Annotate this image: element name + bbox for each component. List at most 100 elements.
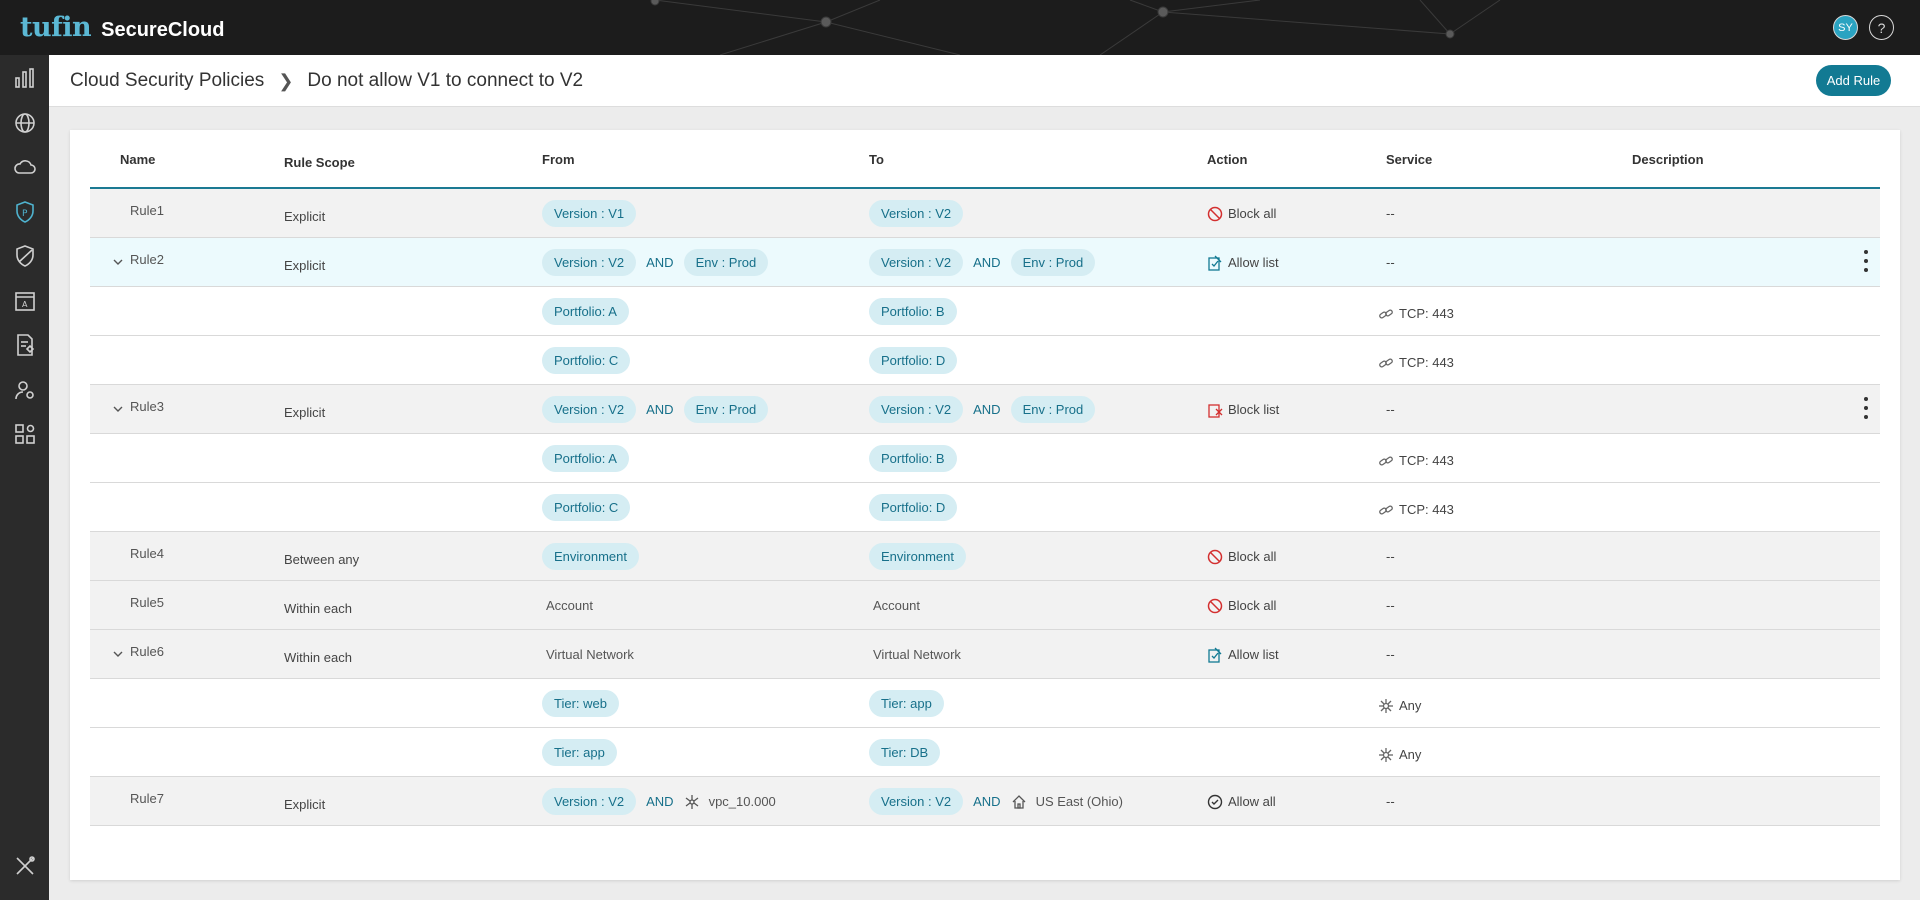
from-tag[interactable]: Environment (542, 543, 639, 570)
kebab-dot (1864, 397, 1868, 401)
any-service-icon-svg (1379, 698, 1393, 713)
table-row-detail[interactable]: Portfolio: A Portfolio: B TCP: 443 (90, 434, 1880, 483)
table-row-detail[interactable]: Tier: web Tier: app Any (90, 679, 1880, 728)
user-settings-icon[interactable] (12, 377, 38, 403)
chevron-down-icon[interactable] (112, 402, 124, 414)
chevron-down-icon[interactable] (112, 255, 124, 267)
column-header-from[interactable]: From (542, 152, 575, 167)
action-cell: Allow list (1207, 630, 1279, 679)
vpc-item[interactable]: vpc_10.000 (684, 794, 776, 810)
to-tag[interactable]: Portfolio: B (869, 298, 957, 325)
table-row-detail[interactable]: Portfolio: A Portfolio: B TCP: 443 (90, 287, 1880, 336)
from-tag[interactable]: Env : Prod (683, 249, 769, 276)
chevron-down-icon[interactable] (112, 647, 124, 659)
policy-shield-icon[interactable]: P (12, 199, 38, 225)
from-tag[interactable]: Version : V2 (542, 396, 637, 423)
service-cell: Any (1378, 730, 1421, 779)
region-item[interactable]: US East (Ohio) (1011, 794, 1123, 810)
block-icon-svg (1207, 206, 1223, 221)
service-cell: TCP: 443 (1378, 485, 1454, 534)
from-tag[interactable]: Portfolio: C (542, 347, 631, 374)
document-tag-icon[interactable] (12, 332, 38, 358)
rule-name[interactable]: Rule7 (130, 791, 164, 806)
to-tag[interactable]: Environment (869, 543, 966, 570)
service-label: TCP: 443 (1399, 502, 1454, 517)
rule-name[interactable]: Rule5 (130, 595, 164, 610)
breadcrumb-parent[interactable]: Cloud Security Policies (70, 70, 264, 92)
from-tag[interactable]: Env : Prod (683, 396, 769, 423)
rule-scope-cell: Explicit (284, 192, 325, 241)
to-tag[interactable]: Version : V2 (869, 249, 964, 276)
action-label: Allow list (1228, 647, 1279, 662)
to-tag[interactable]: Portfolio: D (869, 347, 958, 374)
help-icon[interactable]: ? (1869, 15, 1894, 40)
column-header-description[interactable]: Description (1632, 152, 1704, 167)
column-header-service[interactable]: Service (1386, 152, 1432, 167)
service-cell: -- (1386, 238, 1395, 287)
and-operator: AND (973, 255, 1001, 270)
rule-scope: Between any (284, 552, 360, 567)
column-header-name[interactable]: Name (120, 152, 155, 167)
to-tag[interactable]: Portfolio: B (869, 445, 957, 472)
to-tag[interactable]: Tier: DB (869, 739, 941, 766)
to-tag[interactable]: Tier: app (869, 690, 944, 717)
column-header-to[interactable]: To (869, 152, 884, 167)
rule-name[interactable]: Rule3 (130, 399, 164, 414)
to-tag[interactable]: Env : Prod (1010, 396, 1096, 423)
rule-scope-cell: Explicit (284, 241, 325, 290)
rule-name[interactable]: Rule2 (130, 252, 164, 267)
table-row-rule5[interactable]: Rule5 Within each Account Account Block all -… (90, 581, 1880, 630)
shield-slash-icon[interactable] (12, 243, 38, 269)
table-row-rule4[interactable]: Rule4 Between any Environment Environment Bl… (90, 532, 1880, 581)
from-cell: Environment (542, 532, 639, 581)
brand-name: tufin (20, 12, 92, 43)
tools-icon[interactable] (12, 853, 38, 879)
from-tag[interactable]: Version : V2 (542, 788, 637, 815)
app-logo[interactable]: tufin SecureCloud (20, 12, 224, 43)
column-header-action[interactable]: Action (1207, 152, 1247, 167)
table-row-rule2[interactable]: Rule2 Explicit Version : V2 AND Env : Prod Ve… (90, 238, 1880, 287)
column-header-rule-scope[interactable]: Rule Scope (284, 155, 355, 170)
from-tag[interactable]: Tier: web (542, 690, 619, 717)
from-tag[interactable]: Portfolio: C (542, 494, 631, 521)
from-cell: Account (542, 581, 593, 630)
from-tag[interactable]: Version : V1 (542, 200, 637, 227)
rule-scope: Within each (284, 650, 352, 665)
table-row-detail[interactable]: Tier: app Tier: DB Any (90, 728, 1880, 777)
table-row-rule7[interactable]: Rule7 Explicit Version : V2 AND vpc_10.000 Ve… (90, 777, 1880, 826)
table-row-rule3[interactable]: Rule3 Explicit Version : V2 AND Env : Prod Ve… (90, 385, 1880, 434)
table-row-rule1[interactable]: Rule1 Explicit Version : V1 Version : V2 Blo… (90, 189, 1880, 238)
to-tag[interactable]: Env : Prod (1010, 249, 1096, 276)
to-tag[interactable]: Version : V2 (869, 200, 964, 227)
rule-name[interactable]: Rule4 (130, 546, 164, 561)
from-tag[interactable]: Version : V2 (542, 249, 637, 276)
allow-list-icon (1207, 255, 1223, 271)
table-row-rule6[interactable]: Rule6 Within each Virtual Network Virtual N… (90, 630, 1880, 679)
bar-chart-icon[interactable] (12, 65, 38, 91)
from-tag[interactable]: Portfolio: A (542, 445, 629, 472)
user-avatar[interactable]: SY (1833, 15, 1858, 40)
to-tag[interactable]: Portfolio: D (869, 494, 958, 521)
and-operator: AND (646, 255, 674, 270)
grid-settings-icon[interactable] (12, 421, 38, 447)
link-icon-svg (1379, 357, 1393, 368)
rule-scope-cell: Between any (284, 535, 359, 584)
add-rule-button[interactable]: Add Rule (1816, 65, 1891, 96)
to-tag[interactable]: Version : V2 (869, 788, 964, 815)
table-row-detail[interactable]: Portfolio: C Portfolio: D TCP: 443 (90, 483, 1880, 532)
rule-name[interactable]: Rule1 (130, 203, 164, 218)
from-tag[interactable]: Tier: app (542, 739, 617, 766)
to-tag[interactable]: Version : V2 (869, 396, 964, 423)
app-window-icon[interactable]: A (12, 288, 38, 314)
top-bar: tufin SecureCloud SY ? (0, 0, 1920, 55)
more-options-icon[interactable] (1862, 397, 1870, 423)
from-tag[interactable]: Portfolio: A (542, 298, 629, 325)
action-cell: Block all (1207, 581, 1276, 630)
more-options-icon[interactable] (1862, 250, 1870, 276)
rule-name[interactable]: Rule6 (130, 644, 164, 659)
from-cell: Portfolio: A (542, 287, 629, 336)
from-cell: Version : V2 AND Env : Prod (542, 385, 769, 434)
globe-icon[interactable] (12, 110, 38, 136)
cloud-icon[interactable] (12, 154, 38, 180)
table-row-detail[interactable]: Portfolio: C Portfolio: D TCP: 443 (90, 336, 1880, 385)
